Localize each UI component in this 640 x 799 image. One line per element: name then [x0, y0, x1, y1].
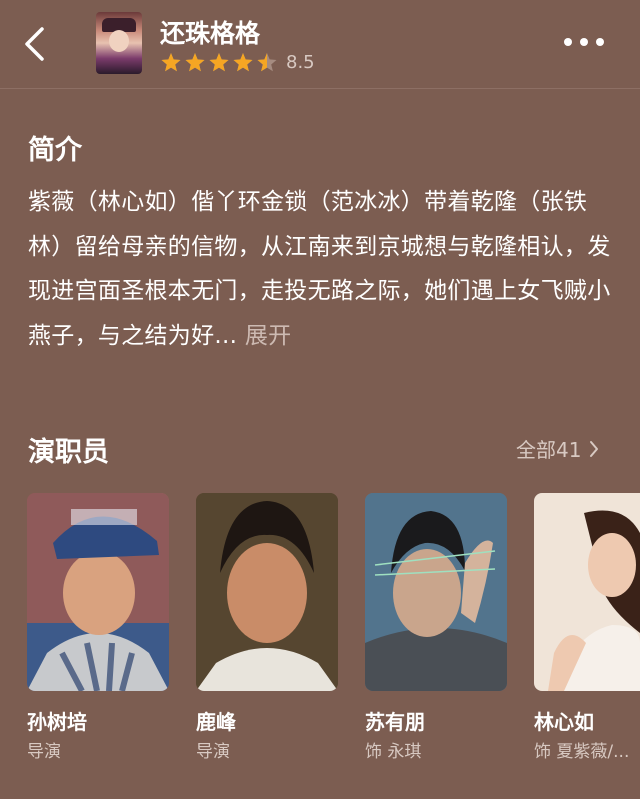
expand-link[interactable]: 展开	[245, 323, 292, 349]
intro-heading: 简介	[28, 135, 82, 166]
star-icon	[256, 52, 278, 73]
header-divider	[0, 88, 640, 89]
cast-name[interactable]: 苏有朋	[365, 706, 425, 735]
star-icon	[184, 52, 206, 73]
rating-stars	[160, 52, 278, 73]
intro-text: 紫薇（林心如）偕丫环金锁（范冰冰）带着乾隆（张铁林）留给母亲的信物，从江南来到京…	[28, 180, 618, 358]
cast-name[interactable]: 孙树培	[27, 706, 87, 735]
cast-photo-su-youpeng[interactable]	[365, 493, 507, 691]
cast-role: 饰 永琪	[365, 742, 422, 762]
rating-score: 8.5	[286, 51, 315, 73]
show-title: 还珠格格	[160, 19, 261, 48]
star-icon	[208, 52, 230, 73]
cast-photo-sun-shupei[interactable]	[27, 493, 169, 691]
cast-name[interactable]: 鹿峰	[196, 706, 236, 735]
chevron-right-icon	[590, 440, 599, 457]
star-icon	[160, 52, 182, 73]
cast-role: 导演	[196, 742, 230, 762]
rating: 8.5	[160, 50, 315, 74]
cast-role: 饰 夏紫薇/...	[534, 742, 630, 762]
all-cast-label: 全部41	[516, 438, 582, 462]
show-poster[interactable]	[96, 12, 142, 74]
cast-role: 导演	[27, 742, 61, 762]
cast-heading: 演职员	[28, 437, 109, 468]
cast-name[interactable]: 林心如	[534, 706, 594, 735]
star-icon	[232, 52, 254, 73]
more-dots-icon[interactable]	[564, 30, 604, 54]
cast-photo-lu-feng[interactable]	[196, 493, 338, 691]
intro-body: 紫薇（林心如）偕丫环金锁（范冰冰）带着乾隆（张铁林）留给母亲的信物，从江南来到京…	[28, 189, 611, 349]
top-bar: 还珠格格 8.5	[0, 0, 640, 88]
all-cast-link[interactable]: 全部41	[516, 434, 599, 463]
cast-photo-lin-xinru[interactable]	[534, 493, 640, 691]
back-arrow-icon[interactable]	[22, 26, 48, 62]
